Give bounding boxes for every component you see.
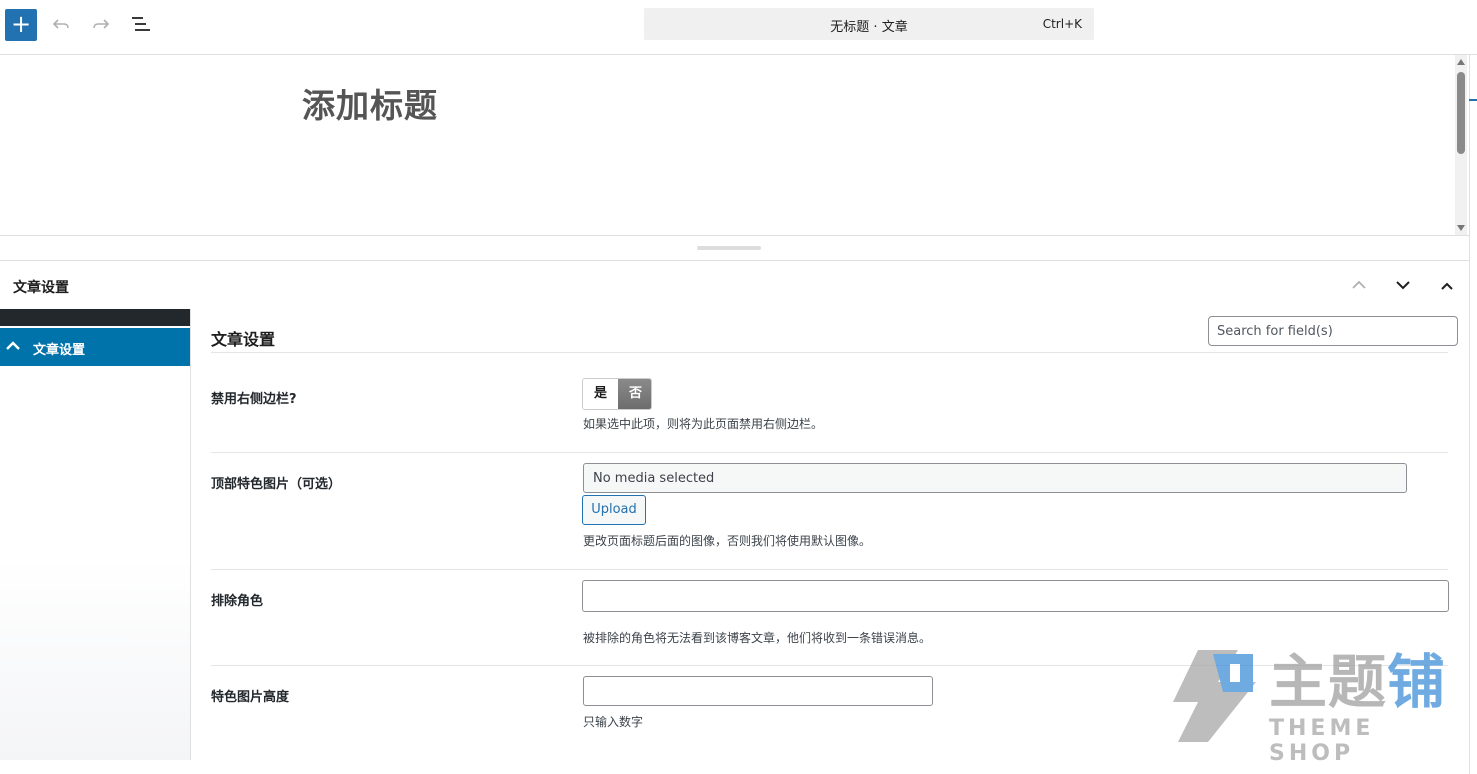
nav-header-bar xyxy=(0,309,190,326)
move-up-icon[interactable] xyxy=(1347,273,1371,297)
section-title: 文章设置 xyxy=(211,330,276,349)
exclude-roles-description: 被排除的角色将无法看到该博客文章，他们将收到一条错误消息。 xyxy=(583,631,932,645)
metabox-resize-bar[interactable] xyxy=(0,235,1469,261)
watermark-text: 主题铺 xyxy=(1269,650,1446,714)
editor-canvas xyxy=(0,55,1467,235)
featured-image-description: 更改页面标题后面的图像，否则我们将使用默认图像。 xyxy=(583,534,872,548)
scroll-down-arrow-icon[interactable] xyxy=(1457,225,1465,231)
toggle-yes-option[interactable]: 是 xyxy=(583,379,618,409)
block-inserter-button[interactable]: + xyxy=(5,9,37,41)
disable-sidebar-toggle[interactable]: 是 否 xyxy=(582,378,652,410)
featured-image-label: 顶部特色图片（可选） xyxy=(211,477,342,492)
featured-image-height-label: 特色图片高度 xyxy=(211,690,290,705)
upload-button[interactable]: Upload xyxy=(582,495,646,525)
disable-sidebar-label: 禁用右侧边栏? xyxy=(211,392,297,407)
watermark-text-blue: 铺 xyxy=(1387,648,1447,716)
resize-handle[interactable] xyxy=(697,246,761,250)
sidebar-edge xyxy=(1469,55,1470,774)
command-palette-bar[interactable]: 无标题 · 文章 Ctrl+K xyxy=(644,8,1094,40)
metabox-nav: 文章设置 xyxy=(0,309,191,760)
theme-shop-watermark: 主题铺 THEME SHOP xyxy=(1168,642,1453,766)
media-url-field[interactable] xyxy=(583,463,1407,493)
metabox-header: 文章设置 xyxy=(0,261,1469,309)
divider xyxy=(211,352,1448,353)
toggle-no-option[interactable]: 否 xyxy=(618,379,651,409)
sidebar-tab-indicator xyxy=(1469,99,1477,101)
chevron-up-icon xyxy=(5,338,21,354)
disable-sidebar-description: 如果选中此项，则将为此页面禁用右侧边栏。 xyxy=(583,417,824,431)
exclude-roles-select[interactable] xyxy=(582,580,1449,612)
featured-image-height-description: 只输入数字 xyxy=(583,715,644,729)
canvas-scrollbar[interactable] xyxy=(1455,55,1467,235)
redo-icon[interactable] xyxy=(89,12,113,36)
move-down-icon[interactable] xyxy=(1391,273,1415,297)
field-search-input[interactable] xyxy=(1208,316,1458,346)
divider xyxy=(211,569,1448,570)
theme-shop-logo-icon xyxy=(1173,650,1256,742)
editor-toolbar: + 无标题 · 文章 Ctrl+K xyxy=(0,0,1477,55)
watermark-text-gray: 主题 xyxy=(1269,648,1388,716)
collapse-panel-icon[interactable] xyxy=(1435,273,1459,297)
metabox-title: 文章设置 xyxy=(13,280,69,296)
nav-item-post-settings[interactable]: 文章设置 xyxy=(0,328,190,366)
watermark-subtext: THEME SHOP xyxy=(1269,716,1375,766)
command-shortcut: Ctrl+K xyxy=(1042,17,1082,31)
document-title: 无标题 · 文章 xyxy=(830,20,908,35)
featured-image-height-input[interactable] xyxy=(583,676,933,706)
scroll-up-arrow-icon[interactable] xyxy=(1457,59,1465,65)
document-overview-icon[interactable] xyxy=(129,12,153,36)
post-title-placeholder[interactable]: 添加标题 xyxy=(302,79,438,127)
undo-icon[interactable] xyxy=(49,12,73,36)
divider xyxy=(211,452,1448,453)
exclude-roles-label: 排除角色 xyxy=(211,594,264,609)
nav-item-label: 文章设置 xyxy=(33,343,86,358)
scrollbar-thumb[interactable] xyxy=(1457,72,1465,154)
